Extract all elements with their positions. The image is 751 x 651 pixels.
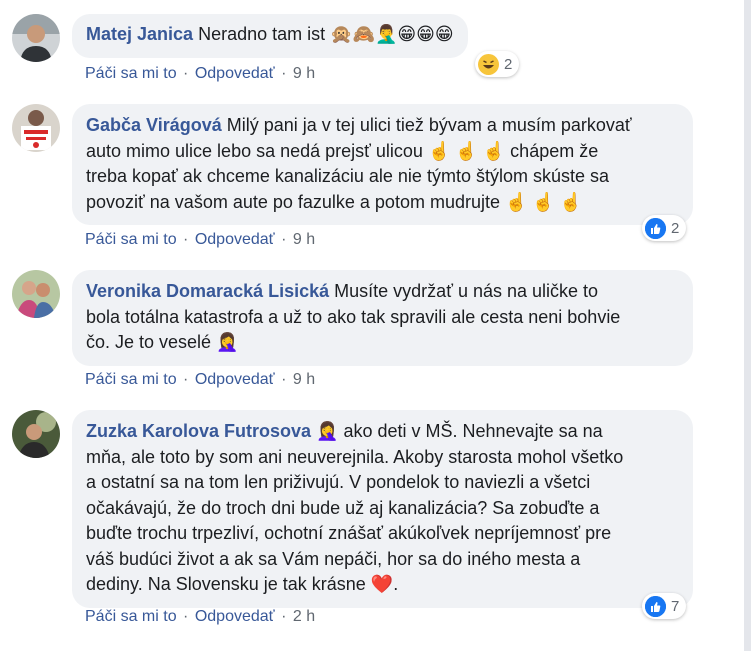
comment-bubble: Zuzka Karolova Futrosova 🤦‍♀️ ako deti v…	[72, 410, 693, 608]
separator: ·	[183, 231, 189, 248]
comment-bubble: Matej Janica Neradno tam ist 🙊🙈🤦‍♂️😁😁😁	[72, 14, 468, 58]
avatar[interactable]	[12, 14, 60, 62]
reply-link[interactable]: Odpovedať	[195, 65, 275, 82]
comment-author[interactable]: Zuzka Karolova Futrosova	[86, 421, 311, 441]
comment-text-line: 🤦‍♀️ ako deti v MŠ. Nehnevajte sa na	[316, 421, 603, 441]
comment-author[interactable]: Gabča Virágová	[86, 115, 222, 135]
comment-text-line: povoziť na vašom aute po fazulke a potom…	[86, 191, 583, 212]
comment-text-line: dediny. Na Slovensku je tak krásne ❤️.	[86, 574, 399, 594]
comment-actions: Páči sa mi to · Odpovedať · 9 h	[85, 65, 317, 83]
separator: ·	[281, 231, 287, 248]
comment-actions: Páči sa mi to · Odpovedať · 9 h	[85, 371, 317, 389]
like-icon	[645, 595, 666, 617]
haha-icon	[478, 53, 499, 75]
separator: ·	[281, 65, 287, 82]
avatar[interactable]	[12, 270, 60, 318]
timestamp[interactable]: 9 h	[293, 65, 315, 82]
reaction-count[interactable]: 7	[642, 593, 687, 619]
comment-text-line: očakávajú, že do troch dni bude už aj ka…	[86, 497, 600, 518]
separator: ·	[183, 608, 189, 625]
comment-text-line: mňa, ale toto by som ani neuverejnila. A…	[86, 446, 624, 467]
comment-bubble: Veronika Domaracká Lisická Musíte vydrža…	[72, 270, 693, 366]
comment-actions: Páči sa mi to · Odpovedať · 2 h	[85, 608, 317, 626]
comment-actions: Páči sa mi to · Odpovedať · 9 h	[85, 231, 317, 249]
comment-bubble: Gabča Virágová Milý pani ja v tej ulici …	[72, 104, 693, 225]
reply-link[interactable]: Odpovedať	[195, 608, 275, 625]
separator: ·	[183, 65, 189, 82]
reaction-count-value: 2	[504, 55, 513, 73]
like-link[interactable]: Páči sa mi to	[85, 608, 177, 625]
like-link[interactable]: Páči sa mi to	[85, 371, 177, 388]
timestamp[interactable]: 9 h	[293, 371, 315, 388]
comment-text: Neradno tam ist 🙊🙈🤦‍♂️😁😁😁	[198, 24, 454, 44]
like-icon	[645, 217, 666, 239]
comment-text-line: treba kopať ak chceme kanalizáciu ale ni…	[86, 166, 609, 186]
timestamp[interactable]: 2 h	[293, 608, 315, 625]
reaction-count[interactable]: 2	[642, 215, 687, 241]
comment-text-line: Musíte vydržať u nás na uličke to	[334, 281, 599, 301]
comment-text-line: čo. Je to veselé 🤦‍♀️	[86, 332, 239, 352]
separator: ·	[281, 608, 287, 625]
comment-text-line: Milý pani ja v tej ulici tiež bývam a mu…	[226, 115, 632, 135]
reply-link[interactable]: Odpovedať	[195, 231, 275, 248]
timestamp[interactable]: 9 h	[293, 231, 315, 248]
comment-author[interactable]: Matej Janica	[86, 24, 193, 44]
comment-text-line: buďte trochu trpezliví, ochotní znášať a…	[86, 523, 612, 543]
comment-text-line: bola totálna katastrofa a už to ako tak …	[86, 306, 621, 327]
reply-link[interactable]: Odpovedať	[195, 371, 275, 388]
comment-text-line: auto mimo ulice lebo sa nedá prejsť ulic…	[86, 140, 599, 161]
separator: ·	[183, 371, 189, 388]
like-link[interactable]: Páči sa mi to	[85, 65, 177, 82]
reaction-count[interactable]: 2	[475, 51, 520, 77]
like-link[interactable]: Páči sa mi to	[85, 231, 177, 248]
avatar[interactable]	[12, 104, 60, 152]
reaction-count-value: 7	[671, 597, 680, 615]
comment-text-line: a ostatní sa na tom len priživujú. V pon…	[86, 472, 591, 492]
separator: ·	[281, 371, 287, 388]
comment-author[interactable]: Veronika Domaracká Lisická	[86, 281, 329, 301]
comment-text-line: váš budúci život a ak sa Vám nepáči, hor…	[86, 548, 581, 569]
avatar[interactable]	[12, 410, 60, 458]
scrollbar-track[interactable]	[744, 0, 751, 651]
reaction-count-value: 2	[671, 219, 680, 237]
